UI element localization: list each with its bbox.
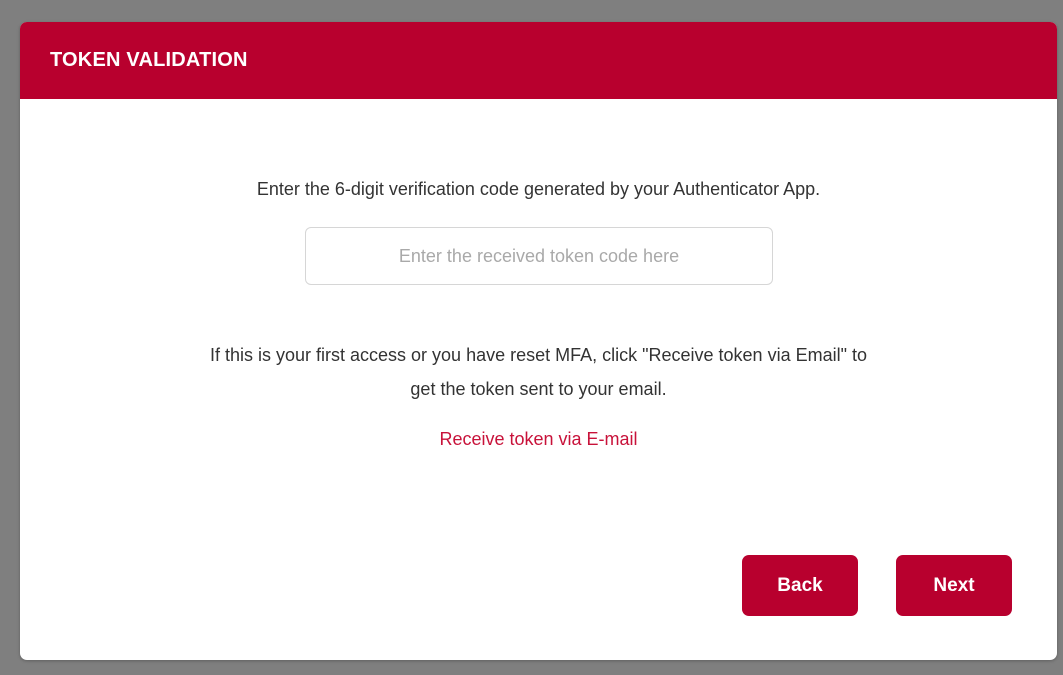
dialog-body: Enter the 6-digit verification code gene… <box>20 99 1057 660</box>
token-validation-dialog: TOKEN VALIDATION Enter the 6-digit verif… <box>20 22 1057 660</box>
modal-backdrop: TOKEN VALIDATION Enter the 6-digit verif… <box>0 0 1063 675</box>
dialog-title: TOKEN VALIDATION <box>50 49 248 71</box>
token-code-input[interactable] <box>305 227 773 285</box>
dialog-header: TOKEN VALIDATION <box>20 22 1057 99</box>
back-button[interactable]: Back <box>742 555 858 616</box>
instruction-text: Enter the 6-digit verification code gene… <box>256 179 821 199</box>
next-button[interactable]: Next <box>896 555 1012 616</box>
info-line-2: get the token sent to your email. <box>410 379 667 399</box>
info-line-1: If this is your first access or you have… <box>209 345 867 365</box>
receive-token-email-link[interactable]: Receive token via E-mail <box>20 429 1057 450</box>
first-access-info: If this is your first access or you have… <box>50 338 1027 406</box>
